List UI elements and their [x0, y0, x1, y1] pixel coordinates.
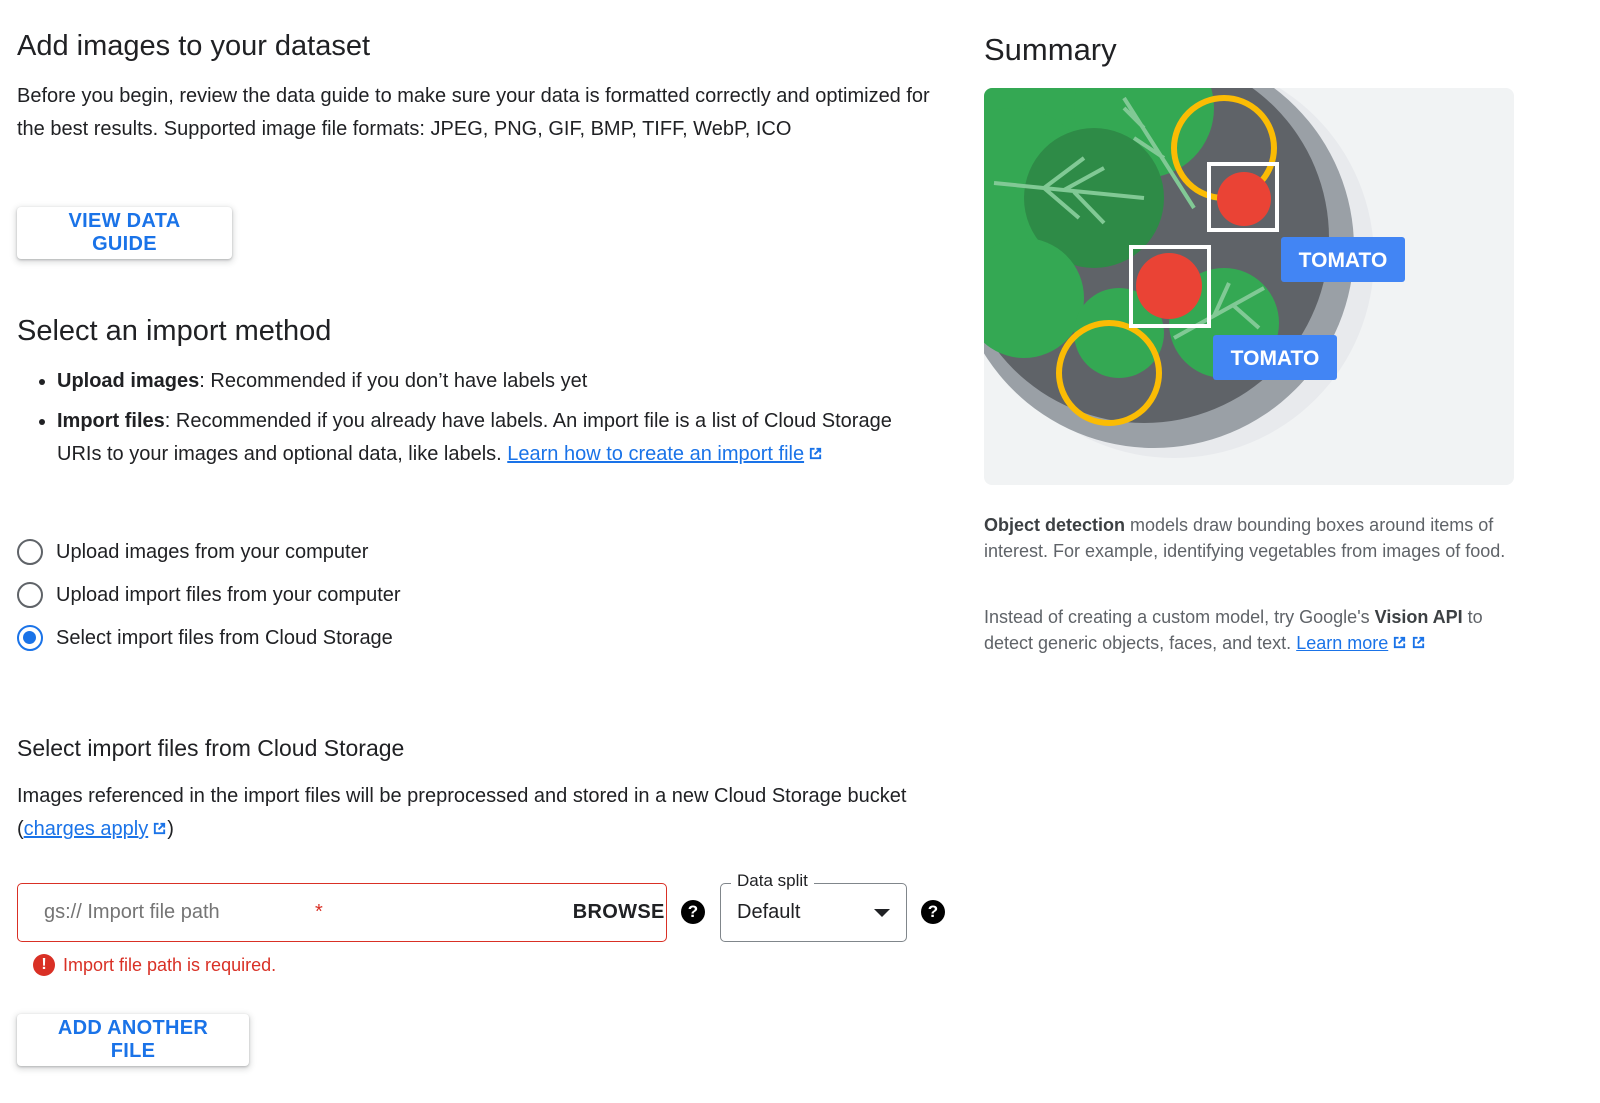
object-detection-description: Object detection models draw bounding bo… [984, 512, 1514, 564]
cloud-storage-heading: Select import files from Cloud Storage [17, 735, 405, 761]
desc-bold: Object detection [984, 515, 1126, 535]
method-name: Import files [57, 410, 165, 432]
intro-text: Before you begin, review the data guide … [17, 85, 930, 140]
browse-button[interactable]: BROWSE [573, 901, 665, 924]
path-error-message: ! Import file path is required. [33, 954, 276, 976]
desc-bold: Vision API [1374, 607, 1463, 627]
import-file-path-input[interactable] [44, 901, 309, 924]
vision-api-description: Instead of creating a custom model, try … [984, 604, 1514, 656]
data-split-select[interactable]: Data split Default [720, 871, 907, 942]
error-icon: ! [33, 954, 55, 976]
method-desc: : Recommended if you don’t have labels y… [199, 370, 588, 392]
error-text: Import file path is required. [63, 954, 277, 975]
page-title: Add images to your dataset [17, 30, 371, 62]
object-detection-illustration: TOMATO TOMATO [984, 88, 1514, 485]
radio-label: Upload images from your computer [56, 540, 369, 563]
summary-title: Summary [984, 32, 1117, 67]
tomato-label: TOMATO [1299, 249, 1388, 272]
external-link-icon [1413, 636, 1425, 649]
learn-more-link[interactable]: Learn more [1296, 633, 1426, 653]
tomato-label: TOMATO [1231, 347, 1320, 370]
radio-label: Select import files from Cloud Storage [56, 626, 393, 649]
external-link-icon [1394, 636, 1406, 649]
method-name: Upload images [57, 370, 200, 392]
import-method-heading: Select an import method [17, 315, 332, 347]
desc-text: Instead of creating a custom model, try … [984, 607, 1375, 627]
radio-button[interactable] [17, 582, 43, 608]
radio-button[interactable] [17, 539, 43, 565]
external-link-icon [154, 822, 166, 835]
cloud-storage-description: Images referenced in the import files wi… [17, 780, 927, 846]
desc-text: Images referenced in the import files wi… [17, 785, 907, 840]
learn-import-file-link[interactable]: Learn how to create an import file [507, 443, 823, 465]
radio-label: Upload import files from your computer [56, 583, 401, 606]
import-method-list: Upload images: Recommended if you don’t … [17, 365, 897, 478]
data-split-value: Default [737, 901, 801, 923]
link-label: Learn how to create an import file [507, 443, 805, 465]
link-label: Learn more [1296, 633, 1389, 653]
desc-text: ) [167, 818, 174, 840]
radio-upload-import-files[interactable]: Upload import files from your computer [17, 580, 401, 610]
import-file-path-field[interactable]: * BROWSE [17, 883, 667, 942]
add-another-file-button[interactable]: ADD ANOTHER FILE [17, 1014, 249, 1066]
list-item: Import files: Recommended if you already… [57, 405, 897, 471]
list-item: Upload images: Recommended if you don’t … [57, 365, 897, 398]
salad-bowl-image: TOMATO TOMATO [984, 88, 1405, 458]
radio-cloud-storage[interactable]: Select import files from Cloud Storage [17, 623, 393, 653]
help-icon[interactable]: ? [681, 900, 705, 924]
charges-apply-link[interactable]: charges apply [24, 818, 149, 840]
help-icon[interactable]: ? [921, 900, 945, 924]
data-split-label: Data split [731, 871, 814, 891]
dropdown-arrow-icon[interactable] [874, 908, 890, 917]
radio-button-selected[interactable] [17, 625, 43, 651]
radio-upload-images[interactable]: Upload images from your computer [17, 537, 368, 567]
external-link-icon [809, 447, 822, 460]
link-label: charges apply [23, 818, 149, 840]
view-data-guide-button[interactable]: VIEW DATA GUIDE [17, 207, 232, 259]
required-mark: * [315, 901, 323, 923]
